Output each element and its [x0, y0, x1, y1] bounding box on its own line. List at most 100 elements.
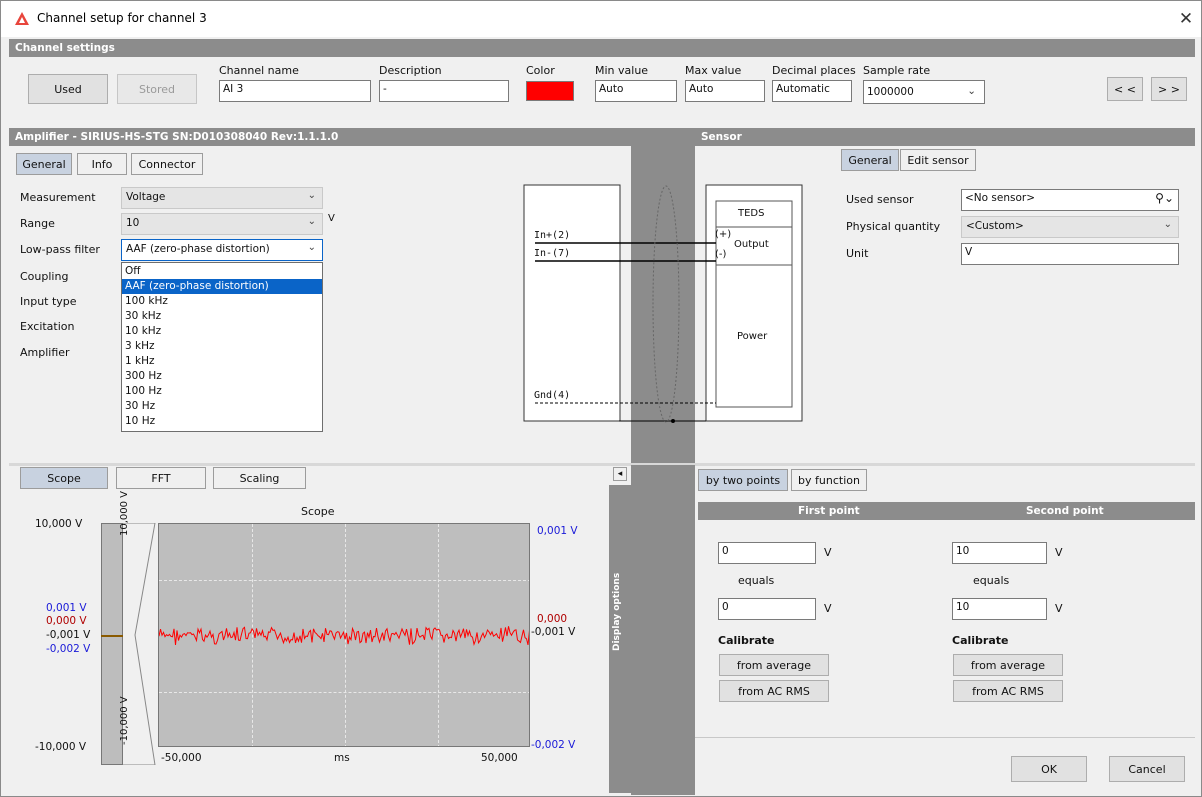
low-pass-filter-label: Low-pass filter [20, 243, 100, 256]
decimal-places-label: Decimal places [772, 64, 856, 77]
dropdown-option[interactable]: 10 kHz [122, 324, 322, 339]
tab-amplifier-info[interactable]: Info [77, 153, 127, 175]
second-point-input[interactable]: 10 [952, 542, 1047, 564]
scope-left-top-label: 10,000 V [35, 518, 83, 530]
range-label: Range [20, 217, 55, 230]
chevron-down-icon: ⌄ [307, 190, 316, 201]
sample-rate-select[interactable]: 1000000 ⌄ [863, 80, 985, 104]
first-from-ac-rms-button[interactable]: from AC RMS [719, 680, 829, 702]
stored-button[interactable]: Stored [117, 74, 197, 104]
dropdown-option[interactable]: Off [122, 264, 322, 279]
dropdown-option-selected[interactable]: AAF (zero-phase distortion) [122, 279, 322, 294]
close-icon[interactable]: ✕ [1175, 7, 1197, 31]
tab-by-function[interactable]: by function [791, 469, 867, 491]
next-channel-button[interactable]: > > [1151, 77, 1187, 101]
physical-quantity-select[interactable]: <Custom> ⌄ [961, 216, 1179, 238]
low-pass-filter-dropdown: Off AAF (zero-phase distortion) 100 kHz … [121, 262, 323, 432]
second-point-input-unit: V [1055, 546, 1063, 559]
center-separator-lower [631, 465, 695, 795]
range-unit: V [328, 213, 335, 224]
decimal-places-input[interactable]: Automatic [772, 80, 852, 102]
channel-name-input[interactable]: AI 3 [219, 80, 371, 102]
second-from-ac-rms-button[interactable]: from AC RMS [953, 680, 1063, 702]
coupling-label: Coupling [20, 270, 69, 283]
color-swatch[interactable] [526, 81, 574, 101]
channel-settings-header: Channel settings [9, 39, 1195, 57]
unit-input[interactable]: V [961, 243, 1179, 265]
dropdown-option[interactable]: 300 Hz [122, 369, 322, 384]
tab-sensor-general[interactable]: General [841, 149, 899, 171]
scope-x-right-label: 50,000 [481, 752, 518, 764]
color-label: Color [526, 64, 555, 77]
second-from-average-button[interactable]: from average [953, 654, 1063, 676]
mini-left-d: -0,002 V [46, 643, 91, 655]
range-value: 10 [126, 217, 140, 229]
tab-amplifier-connector[interactable]: Connector [131, 153, 203, 175]
excitation-label: Excitation [20, 320, 75, 333]
diagram-minus-label: (-) [715, 249, 727, 260]
ok-button[interactable]: OK [1011, 756, 1087, 782]
measurement-select[interactable]: Voltage ⌄ [121, 187, 323, 209]
min-value-input[interactable]: Auto [595, 80, 677, 102]
horizontal-divider [9, 463, 1195, 466]
mini-left-c: -0,001 V [46, 629, 91, 641]
previous-channel-button[interactable]: < < [1107, 77, 1143, 101]
mini-left-b: 0,000 V [46, 615, 87, 627]
tab-scope[interactable]: Scope [20, 467, 108, 489]
collapse-panel-button[interactable]: ◂ [613, 467, 627, 481]
dropdown-option[interactable]: 30 kHz [122, 309, 322, 324]
max-value-label: Max value [685, 64, 742, 77]
range-select[interactable]: 10 ⌄ [121, 213, 323, 235]
first-from-average-button[interactable]: from average [719, 654, 829, 676]
zoom-wedge [123, 523, 156, 765]
used-button[interactable]: Used [28, 74, 108, 104]
dropdown-option[interactable]: 1 kHz [122, 354, 322, 369]
physical-quantity-value: <Custom> [966, 220, 1024, 232]
scope-right-bottom-label: -0,002 V [531, 739, 576, 751]
dropdown-option[interactable]: 10 Hz [122, 414, 322, 429]
first-point-output[interactable]: 0 [718, 598, 816, 620]
display-options-label: Display options [612, 572, 622, 651]
second-calibrate-label: Calibrate [952, 634, 1009, 647]
tab-scaling[interactable]: Scaling [213, 467, 306, 489]
diagram-power-label: Power [737, 331, 768, 342]
amplifier-header: Amplifier - SIRIUS-HS-STG SN:D010308040 … [9, 128, 631, 146]
physical-quantity-label: Physical quantity [846, 220, 941, 233]
diagram-gnd-label: Gnd(4) [534, 390, 571, 401]
amplifier-label: Amplifier [20, 346, 70, 359]
first-point-input-unit: V [824, 546, 832, 559]
first-calibrate-label: Calibrate [718, 634, 775, 647]
chevron-down-icon: ⌄ [307, 216, 316, 227]
dropdown-option[interactable]: 100 kHz [122, 294, 322, 309]
second-point-output-unit: V [1055, 602, 1063, 615]
scope-x-unit-label: ms [334, 752, 350, 764]
dropdown-option[interactable]: 100 Hz [122, 384, 322, 399]
cancel-button[interactable]: Cancel [1109, 756, 1185, 782]
dropdown-option[interactable]: 30 Hz [122, 399, 322, 414]
first-point-equals: equals [738, 574, 775, 587]
used-sensor-select[interactable]: <No sensor> ⚲⌄ [961, 189, 1179, 211]
scope-signal-trace [159, 626, 529, 647]
sample-rate-value: 1000000 [867, 86, 914, 98]
scope-plot-area[interactable] [158, 523, 530, 747]
dropdown-option[interactable]: 3 kHz [122, 339, 322, 354]
app-logo-icon [15, 12, 29, 25]
search-icon[interactable]: ⚲⌄ [1155, 191, 1174, 205]
min-value-label: Min value [595, 64, 649, 77]
tab-edit-sensor[interactable]: Edit sensor [900, 149, 976, 171]
tab-fft[interactable]: FFT [116, 467, 206, 489]
chevron-down-icon: ⌄ [967, 85, 976, 97]
sample-rate-label: Sample rate [863, 64, 931, 77]
first-point-input[interactable]: 0 [718, 542, 816, 564]
max-value-input[interactable]: Auto [685, 80, 765, 102]
diagram-teds-label: TEDS [738, 208, 765, 219]
second-point-equals: equals [973, 574, 1010, 587]
tab-amplifier-general[interactable]: General [16, 153, 72, 175]
sensor-header: Sensor [695, 128, 1195, 146]
second-point-output[interactable]: 10 [952, 598, 1047, 620]
tab-by-two-points[interactable]: by two points [698, 469, 788, 491]
scope-right-mid-a: 0,000 [537, 613, 568, 625]
title-bar: Channel setup for channel 3 ✕ [1, 1, 1201, 37]
low-pass-filter-select[interactable]: AAF (zero-phase distortion) ⌄ [121, 239, 323, 261]
description-input[interactable]: - [379, 80, 509, 102]
